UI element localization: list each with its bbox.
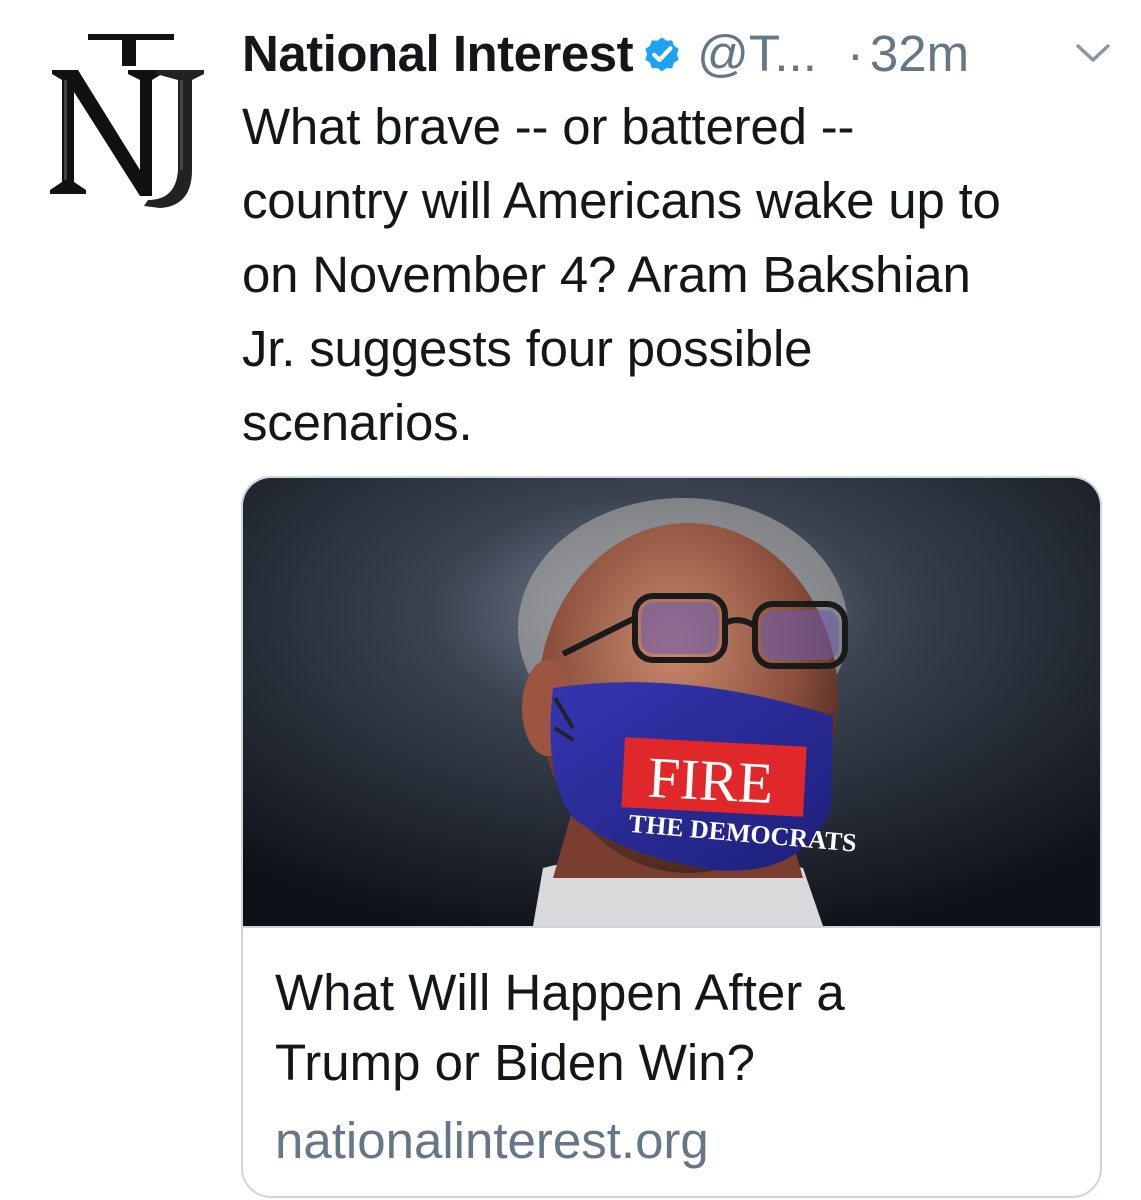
verified-badge-icon [645,37,679,72]
account-handle[interactable]: @T... [697,22,817,86]
mask-text-fire: FIRE [646,745,775,816]
avatar[interactable] [44,20,214,210]
tweet[interactable]: National Interest @T... · 32m What brave… [0,0,1141,1200]
national-interest-logo-icon [50,34,204,208]
account-name[interactable]: National Interest [242,22,634,86]
tweet-text: What brave -- or battered -- country wil… [242,98,1001,451]
card-title[interactable]: What Will Happen After a Trump or Biden … [275,958,1075,1098]
article-photo[interactable]: FIRE THE DEMOCRATS [243,478,1100,928]
tweet-timestamp[interactable]: 32m [870,22,969,86]
separator-dot: · [846,25,864,82]
chevron-down-icon[interactable] [1074,38,1112,68]
card-domain[interactable]: nationalinterest.org [275,1106,709,1176]
tweet-header: National Interest @T... · 32m [242,22,1112,86]
link-card[interactable]: FIRE THE DEMOCRATS What Will Happen Afte… [241,476,1102,1198]
